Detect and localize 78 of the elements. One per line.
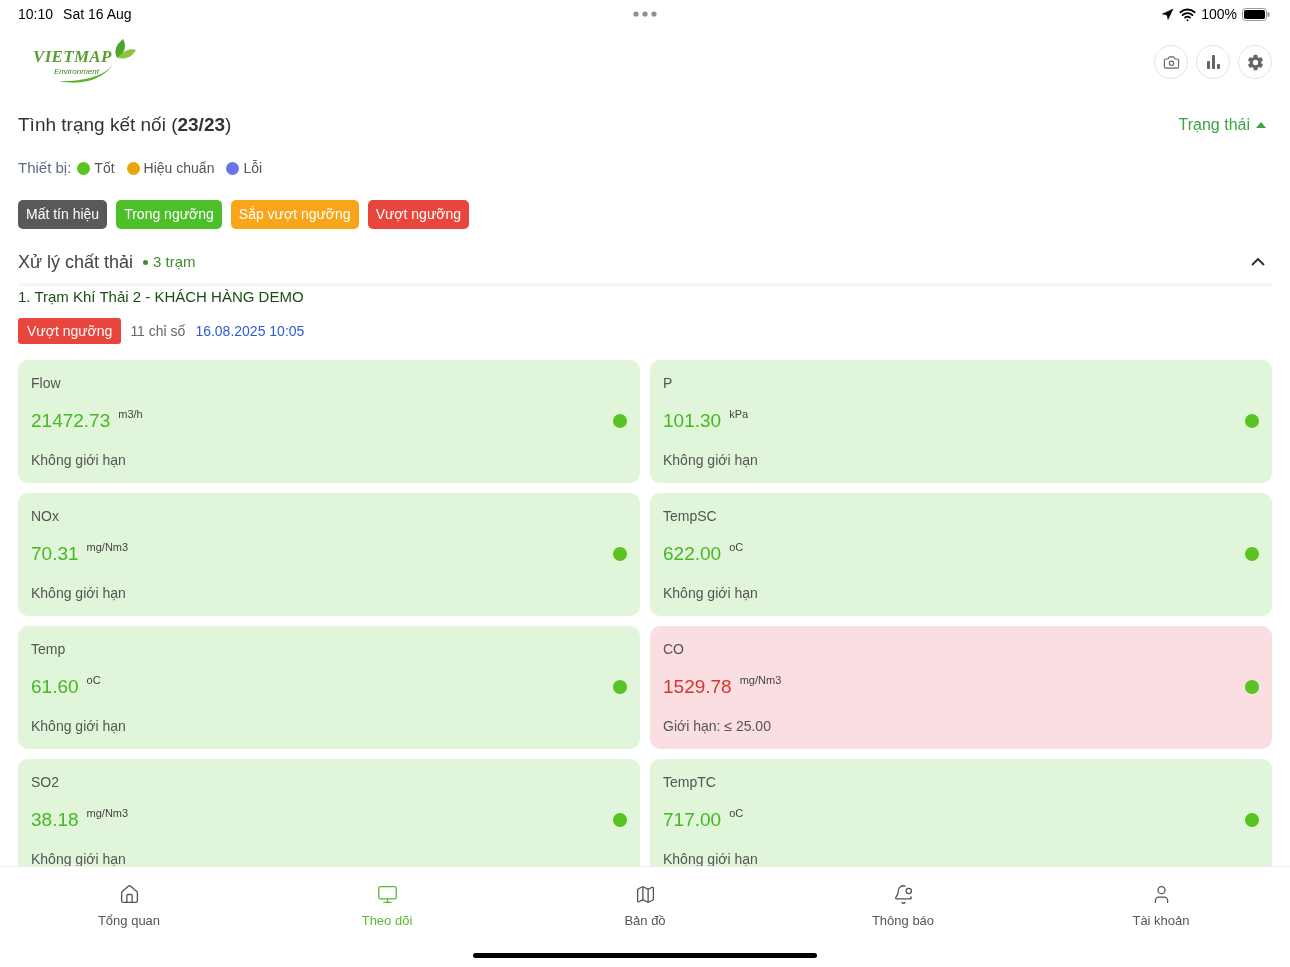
metric-card[interactable]: P 101.30 kPa Không giới hạn — [650, 360, 1272, 483]
section-title: Tình trạng kết nối (23/23) — [18, 112, 232, 137]
metric-name: P — [663, 373, 673, 393]
metric-unit: mg/Nm3 — [86, 541, 129, 554]
metric-name: Flow — [31, 373, 61, 393]
filter-chip[interactable]: Vượt ngưỡng — [367, 200, 469, 229]
chart-button[interactable] — [1196, 45, 1230, 79]
bell-icon — [892, 884, 914, 905]
status-badge: Vượt ngưỡng — [18, 318, 122, 344]
chevron-up-icon[interactable] — [1251, 258, 1265, 266]
metric-unit: oC — [86, 674, 101, 687]
nav-tab[interactable]: Tài khoản — [1032, 867, 1290, 947]
battery-icon — [1242, 7, 1270, 21]
station-count: 3 trạm — [153, 251, 196, 272]
home-icon — [118, 884, 140, 905]
update-time: 16.08.2025 10:05 — [195, 321, 305, 341]
nav-tab[interactable]: Thông báo — [774, 867, 1032, 947]
group-title: Xử lý chất thải — [18, 250, 134, 274]
metric-limit: Không giới hạn — [31, 583, 126, 603]
logo-tagline: Environment — [54, 67, 99, 76]
metric-limit: Không giới hạn — [31, 849, 126, 866]
filter-chip[interactable]: Mất tín hiệu — [18, 200, 108, 229]
battery-percent: 100% — [1201, 4, 1237, 24]
map-icon — [634, 884, 656, 905]
metric-value: 70.31 — [31, 542, 79, 566]
legend-text: Tốt — [94, 158, 115, 178]
metric-card[interactable]: Temp 61.60 oC Không giới hạn — [18, 626, 640, 749]
camera-button[interactable] — [1154, 45, 1188, 79]
metric-card[interactable]: TempSC 622.00 oC Không giới hạn — [650, 493, 1272, 616]
metric-card[interactable]: CO 1529.78 mg/Nm3 Giới hạn: ≤ 25.00 — [650, 626, 1272, 749]
metric-name: CO — [663, 639, 684, 659]
status-time: 10:10 — [18, 4, 54, 24]
metric-value: 38.18 — [31, 808, 79, 832]
metric-limit: Không giới hạn — [663, 450, 758, 470]
metric-limit: Giới hạn: ≤ 25.00 — [663, 716, 771, 736]
more-dots-icon — [633, 11, 657, 17]
metric-card[interactable]: SO2 38.18 mg/Nm3 Không giới hạn — [18, 759, 640, 866]
nav-tab[interactable]: Bản đồ — [516, 867, 774, 947]
metric-unit: m3/h — [118, 408, 143, 421]
metric-name: TempSC — [663, 506, 717, 526]
metric-unit: mg/Nm3 — [86, 807, 129, 820]
metric-value: 61.60 — [31, 675, 79, 699]
legend-text: Hiệu chuẩn — [143, 158, 215, 178]
legend-label: Thiết bị: — [18, 157, 72, 178]
indicator-count: 11 chỉ số — [130, 321, 186, 341]
metric-value: 717.00 — [663, 808, 722, 832]
metric-value: 21472.73 — [31, 409, 111, 433]
metric-unit: mg/Nm3 — [739, 674, 782, 687]
status-date: Sat 16 Aug — [63, 4, 132, 24]
location-icon — [1161, 7, 1175, 21]
station-title: 1. Trạm Khí Thải 2 - KHÁCH HÀNG DEMO — [18, 287, 304, 308]
metric-card[interactable]: NOx 70.31 mg/Nm3 Không giới hạn — [18, 493, 640, 616]
camera-icon — [1162, 53, 1180, 71]
metric-unit: oC — [729, 807, 744, 820]
nav-tab[interactable]: Tổng quan — [0, 867, 258, 947]
metric-name: SO2 — [31, 772, 59, 792]
metric-limit: Không giới hạn — [663, 583, 758, 603]
bar-chart-icon — [1206, 55, 1220, 69]
metric-value: 622.00 — [663, 542, 722, 566]
bullet-dot-icon — [143, 259, 149, 265]
metric-limit: Không giới hạn — [31, 450, 126, 470]
settings-button[interactable] — [1238, 45, 1272, 79]
metric-name: TempTC — [663, 772, 716, 792]
settings-icon — [1246, 53, 1264, 71]
caret-up-icon — [1256, 122, 1266, 128]
monitor-icon — [376, 884, 398, 905]
metric-value: 101.30 — [663, 409, 722, 433]
metric-limit: Không giới hạn — [31, 716, 126, 736]
metric-unit: oC — [729, 541, 744, 554]
metric-card[interactable]: Flow 21472.73 m3/h Không giới hạn — [18, 360, 640, 483]
metric-limit: Không giới hạn — [663, 849, 758, 866]
metric-unit: kPa — [729, 408, 749, 421]
legend-text: Lỗi — [243, 158, 263, 178]
metric-name: NOx — [31, 506, 59, 526]
metric-name: Temp — [31, 639, 66, 659]
logo-wordmark: VIETMAP — [33, 48, 112, 66]
metric-value: 1529.78 — [663, 675, 732, 699]
metric-card[interactable]: TempTC 717.00 oC Không giới hạn — [650, 759, 1272, 866]
